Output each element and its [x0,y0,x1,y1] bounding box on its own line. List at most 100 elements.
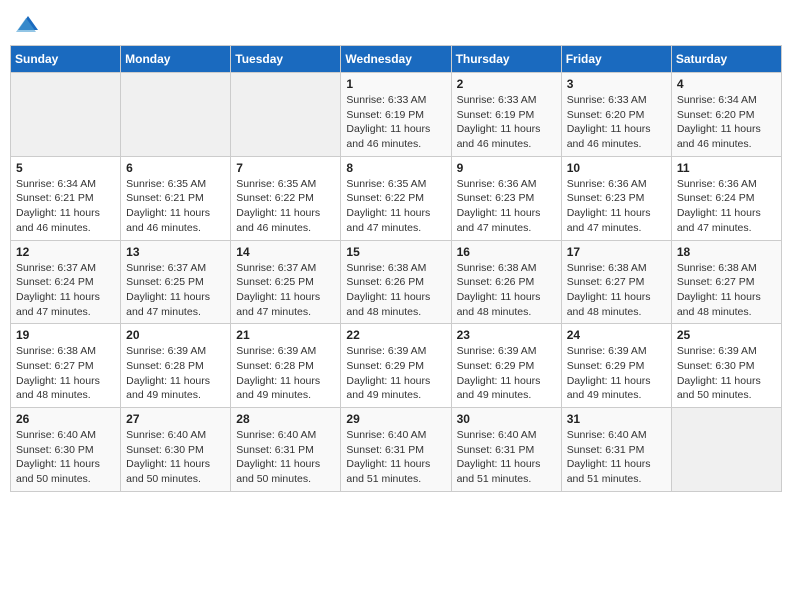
calendar-cell: 1Sunrise: 6:33 AMSunset: 6:19 PMDaylight… [341,73,451,157]
calendar-cell: 28 Sunrise: 6:40 AMSunset: 6:31 PMDayligh… [231,408,341,492]
day-number: 1 [346,77,445,91]
page-header [10,10,782,37]
calendar-cell: 23 Sunrise: 6:39 AMSunset: 6:29 PMDayligh… [451,324,561,408]
weekday-header: Monday [121,46,231,73]
calendar-cell: 20 Sunrise: 6:39 AMSunset: 6:28 PMDayligh… [121,324,231,408]
day-info: Sunrise: 6:36 AMSunset: 6:23 PMDaylight:… [457,177,556,236]
calendar-cell: 19 Sunrise: 6:38 AMSunset: 6:27 PMDayligh… [11,324,121,408]
day-number: 25 [677,328,776,342]
logo-icon [16,14,38,37]
day-info: Sunrise: 6:34 AMSunset: 6:21 PMDaylight:… [16,177,115,236]
calendar-cell: 25 Sunrise: 6:39 AMSunset: 6:30 PMDayligh… [671,324,781,408]
calendar-cell: 13Sunrise: 6:37 AMSunset: 6:25 PMDayligh… [121,240,231,324]
calendar-week-row: 26 Sunrise: 6:40 AMSunset: 6:30 PMDayligh… [11,408,782,492]
day-info: Sunrise: 6:38 AMSunset: 6:27 PMDaylight:… [677,261,776,320]
day-info: Sunrise: 6:38 AMSunset: 6:27 PMDaylight:… [16,344,115,403]
calendar-cell: 9 Sunrise: 6:36 AMSunset: 6:23 PMDaylight… [451,156,561,240]
day-number: 17 [567,245,666,259]
day-info: Sunrise: 6:37 AMSunset: 6:25 PMDaylight:… [236,261,335,320]
logo [14,10,38,37]
day-number: 14 [236,245,335,259]
calendar-cell: 24 Sunrise: 6:39 AMSunset: 6:29 PMDayligh… [561,324,671,408]
calendar-header-row: SundayMondayTuesdayWednesdayThursdayFrid… [11,46,782,73]
day-number: 20 [126,328,225,342]
day-info: Sunrise: 6:40 AMSunset: 6:30 PMDaylight:… [16,428,115,487]
day-info: Sunrise: 6:36 AMSunset: 6:24 PMDaylight:… [677,177,776,236]
day-info: Sunrise: 6:33 AMSunset: 6:19 PMDaylight:… [457,93,556,152]
calendar-cell [671,408,781,492]
day-info: Sunrise: 6:39 AMSunset: 6:28 PMDaylight:… [236,344,335,403]
day-number: 26 [16,412,115,426]
day-number: 12 [16,245,115,259]
calendar-cell: 10Sunrise: 6:36 AMSunset: 6:23 PMDayligh… [561,156,671,240]
day-info: Sunrise: 6:39 AMSunset: 6:29 PMDaylight:… [346,344,445,403]
calendar-week-row: 19 Sunrise: 6:38 AMSunset: 6:27 PMDayligh… [11,324,782,408]
calendar-cell: 27 Sunrise: 6:40 AMSunset: 6:30 PMDayligh… [121,408,231,492]
day-number: 28 [236,412,335,426]
calendar-cell: 17 Sunrise: 6:38 AMSunset: 6:27 PMDayligh… [561,240,671,324]
day-info: Sunrise: 6:35 AMSunset: 6:22 PMDaylight:… [346,177,445,236]
day-info: Sunrise: 6:39 AMSunset: 6:30 PMDaylight:… [677,344,776,403]
day-number: 3 [567,77,666,91]
calendar-cell: 11 Sunrise: 6:36 AMSunset: 6:24 PMDayligh… [671,156,781,240]
day-number: 30 [457,412,556,426]
day-number: 13 [126,245,225,259]
calendar-cell: 5 Sunrise: 6:34 AMSunset: 6:21 PMDaylight… [11,156,121,240]
day-number: 24 [567,328,666,342]
day-number: 27 [126,412,225,426]
calendar-week-row: 12Sunrise: 6:37 AMSunset: 6:24 PMDayligh… [11,240,782,324]
day-number: 9 [457,161,556,175]
day-number: 16 [457,245,556,259]
calendar-cell: 2 Sunrise: 6:33 AMSunset: 6:19 PMDaylight… [451,73,561,157]
day-number: 6 [126,161,225,175]
weekday-header: Thursday [451,46,561,73]
day-info: Sunrise: 6:39 AMSunset: 6:29 PMDaylight:… [567,344,666,403]
calendar-cell: 29 Sunrise: 6:40 AMSunset: 6:31 PMDayligh… [341,408,451,492]
day-number: 5 [16,161,115,175]
day-info: Sunrise: 6:33 AMSunset: 6:20 PMDaylight:… [567,93,666,152]
day-number: 18 [677,245,776,259]
calendar-cell: 31 Sunrise: 6:40 AMSunset: 6:31 PMDayligh… [561,408,671,492]
day-info: Sunrise: 6:38 AMSunset: 6:27 PMDaylight:… [567,261,666,320]
day-number: 21 [236,328,335,342]
weekday-header: Saturday [671,46,781,73]
day-info: Sunrise: 6:40 AMSunset: 6:31 PMDaylight:… [236,428,335,487]
day-number: 31 [567,412,666,426]
day-info: Sunrise: 6:39 AMSunset: 6:28 PMDaylight:… [126,344,225,403]
weekday-header: Sunday [11,46,121,73]
day-number: 2 [457,77,556,91]
calendar-table: SundayMondayTuesdayWednesdayThursdayFrid… [10,45,782,492]
calendar-cell: 21 Sunrise: 6:39 AMSunset: 6:28 PMDayligh… [231,324,341,408]
day-info: Sunrise: 6:35 AMSunset: 6:22 PMDaylight:… [236,177,335,236]
calendar-cell: 3 Sunrise: 6:33 AMSunset: 6:20 PMDaylight… [561,73,671,157]
calendar-cell: 16 Sunrise: 6:38 AMSunset: 6:26 PMDayligh… [451,240,561,324]
day-info: Sunrise: 6:40 AMSunset: 6:31 PMDaylight:… [457,428,556,487]
day-number: 11 [677,161,776,175]
day-number: 29 [346,412,445,426]
calendar-cell: 18 Sunrise: 6:38 AMSunset: 6:27 PMDayligh… [671,240,781,324]
weekday-header: Wednesday [341,46,451,73]
day-info: Sunrise: 6:35 AMSunset: 6:21 PMDaylight:… [126,177,225,236]
day-number: 19 [16,328,115,342]
day-number: 7 [236,161,335,175]
day-number: 15 [346,245,445,259]
day-info: Sunrise: 6:38 AMSunset: 6:26 PMDaylight:… [457,261,556,320]
day-info: Sunrise: 6:38 AMSunset: 6:26 PMDaylight:… [346,261,445,320]
calendar-cell [121,73,231,157]
day-info: Sunrise: 6:40 AMSunset: 6:30 PMDaylight:… [126,428,225,487]
calendar-cell: 15 Sunrise: 6:38 AMSunset: 6:26 PMDayligh… [341,240,451,324]
calendar-cell [231,73,341,157]
day-number: 23 [457,328,556,342]
day-info: Sunrise: 6:39 AMSunset: 6:29 PMDaylight:… [457,344,556,403]
weekday-header: Tuesday [231,46,341,73]
day-number: 22 [346,328,445,342]
calendar-week-row: 5 Sunrise: 6:34 AMSunset: 6:21 PMDaylight… [11,156,782,240]
day-number: 8 [346,161,445,175]
calendar-cell: 14 Sunrise: 6:37 AMSunset: 6:25 PMDayligh… [231,240,341,324]
calendar-week-row: 1 Sunrise: 6:33 AMSunset: 6:19 PMDaylight… [11,73,782,157]
day-info: Sunrise: 6:40 AMSunset: 6:31 PMDaylight:… [567,428,666,487]
calendar-cell: 30 Sunrise: 6:40 AMSunset: 6:31 PMDayligh… [451,408,561,492]
day-info: Sunrise: 6:40 AMSunset: 6:31 PMDaylight:… [346,428,445,487]
weekday-header: Friday [561,46,671,73]
calendar-cell: 12Sunrise: 6:37 AMSunset: 6:24 PMDayligh… [11,240,121,324]
